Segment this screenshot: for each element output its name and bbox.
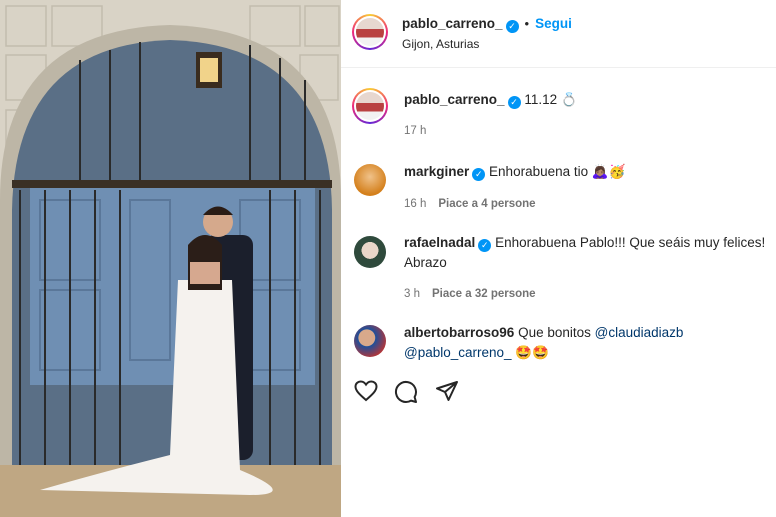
comment-body: Que bonitos — [518, 325, 595, 340]
caption-body: 11.12 💍 — [524, 92, 578, 107]
verified-badge-icon: ✓ — [478, 239, 492, 252]
instagram-post-view: pablo_carreno_ ✓ • Segui Gijon, Asturias pa… — [0, 0, 776, 517]
comment-body: Enhorabuena tio 🙇🏽‍♀️🥳 — [489, 164, 626, 179]
commenter-avatar[interactable] — [354, 164, 386, 196]
verified-badge-icon: ✓ — [505, 20, 519, 33]
comment-likes[interactable]: Piace a 32 persone — [432, 288, 536, 300]
comment-text: rafaelnadal ✓ Enhorabuena Pablo!!! Que se… — [404, 233, 769, 273]
comment-meta: 16 h Piace a 4 persone — [404, 198, 536, 210]
commenter-avatar[interactable] — [354, 236, 386, 268]
comment-text: albertobarroso96 Que bonitos @claudiadia… — [404, 323, 769, 363]
caption-time: 17 h — [404, 125, 426, 137]
comment-meta: 3 h Piace a 32 persone — [404, 288, 536, 300]
author-avatar[interactable] — [352, 14, 388, 50]
comment-text: markginer ✓ Enhorabuena tio 🙇🏽‍♀️🥳 — [404, 162, 769, 182]
share-icon[interactable] — [435, 380, 459, 402]
commenter-avatar[interactable] — [354, 325, 386, 357]
caption-timestamp[interactable]: 17 h — [404, 125, 426, 137]
comment-username[interactable]: albertobarroso96 — [404, 325, 514, 340]
post-header: pablo_carreno_ ✓ • Segui Gijon, Asturias — [341, 0, 776, 68]
comment-timestamp[interactable]: 16 h — [404, 198, 426, 210]
verified-badge-icon: ✓ — [472, 168, 486, 181]
separator-dot: • — [524, 16, 530, 31]
wedding-photo-image — [0, 0, 341, 517]
comment-username[interactable]: markginer — [404, 164, 469, 179]
verified-badge-icon: ✓ — [507, 96, 521, 109]
comment-icon[interactable] — [394, 380, 418, 404]
post-action-bar — [341, 370, 776, 410]
follow-button[interactable]: Segui — [535, 16, 572, 31]
post-location[interactable]: Gijon, Asturias — [402, 37, 479, 51]
comment-timestamp[interactable]: 3 h — [404, 288, 420, 300]
author-line: pablo_carreno_ ✓ • Segui — [402, 15, 572, 33]
comment-username[interactable]: rafaelnadal — [404, 235, 475, 250]
heart-icon[interactable] — [354, 380, 378, 402]
caption-avatar[interactable] — [352, 88, 388, 124]
caption-username[interactable]: pablo_carreno_ — [404, 92, 505, 107]
post-photo[interactable] — [0, 0, 341, 517]
author-username[interactable]: pablo_carreno_ — [402, 16, 503, 31]
mention-link[interactable]: @claudiadiazb — [595, 325, 684, 340]
mention-link[interactable]: @pablo_carreno_ — [404, 345, 512, 360]
caption-text: pablo_carreno_ ✓ 11.12 💍 — [404, 90, 769, 110]
comment-emoji: 🤩🤩 — [511, 345, 549, 360]
post-side-panel: pablo_carreno_ ✓ • Segui Gijon, Asturias pa… — [341, 0, 776, 517]
comment-likes[interactable]: Piace a 4 persone — [438, 198, 535, 210]
